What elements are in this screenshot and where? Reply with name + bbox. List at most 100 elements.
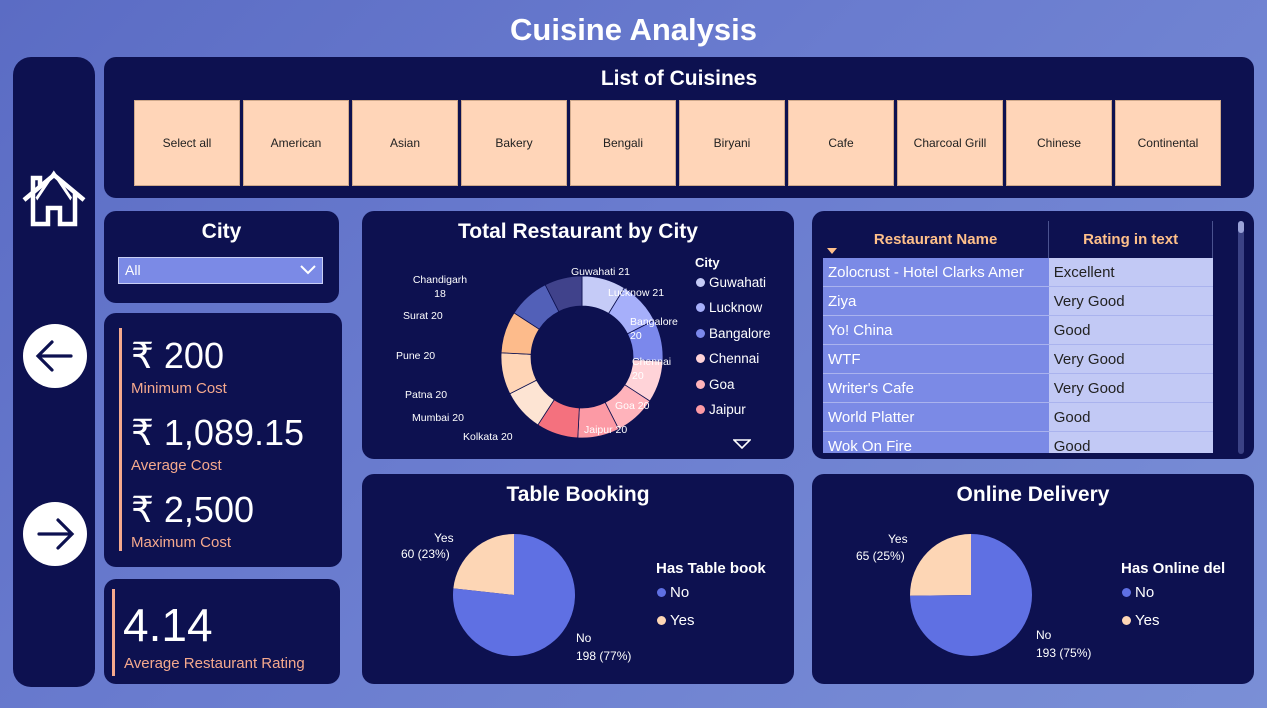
city-legend-item[interactable]: Bangalore (696, 326, 771, 341)
donut-label: Jaipur 20 (584, 424, 628, 436)
table-row[interactable]: Wok On Fire Good (823, 431, 1213, 453)
legend-label: Chennai (709, 351, 760, 367)
table-row[interactable]: Ziya Very Good (823, 286, 1213, 316)
cuisine-chip[interactable]: Chinese (1006, 100, 1112, 186)
avg-rating-value: 4.14 (123, 599, 213, 651)
forward-button[interactable] (23, 502, 87, 566)
max-cost-label: Maximum Cost (131, 534, 232, 551)
rating-text-cell: Good (1048, 431, 1213, 453)
table-row[interactable]: Zolocrust - Hotel Clarks Amer Excellent (823, 258, 1213, 287)
arrow-left-icon (35, 340, 73, 372)
pie-label-no-name: No (576, 631, 592, 645)
legend-swatch (657, 616, 666, 625)
cost-card: ₹ 200 Minimum Cost ₹ 1,089.15 Average Co… (104, 313, 342, 567)
rating-text-cell: Very Good (1048, 373, 1213, 403)
city-legend-item[interactable]: Guwahati (696, 275, 766, 290)
rating-text-cell: Good (1048, 315, 1213, 345)
donut-label: Mumbai 20 (412, 412, 464, 424)
table-booking-panel: Table Booking Yes 60 (23%) No 198 (77%) … (362, 474, 794, 684)
restaurant-name-cell: Writer's Cafe (823, 373, 1049, 403)
table-scrollbar[interactable] (1238, 221, 1244, 454)
city-legend-title: City (695, 255, 720, 270)
legend-swatch (1122, 588, 1131, 597)
min-cost-value: ₹ 200 (131, 335, 224, 376)
city-legend-item[interactable]: Chennai (696, 351, 759, 366)
restaurant-name-cell: Zolocrust - Hotel Clarks Amer (823, 258, 1049, 287)
legend-item-no[interactable]: No (657, 584, 689, 601)
donut-label: Guwahati 21 (571, 266, 630, 278)
legend-label: Jaipur (709, 402, 746, 417)
cuisine-chip[interactable]: Charcoal Grill (897, 100, 1003, 186)
cuisine-chip[interactable]: Continental (1115, 100, 1221, 186)
donut-label: Bangalore 20 (630, 316, 678, 342)
table-row[interactable]: World Platter Good (823, 402, 1213, 432)
city-filter-panel: City All (104, 211, 339, 303)
legend-swatch (696, 379, 705, 389)
cuisine-chip[interactable]: American (243, 100, 349, 186)
cuisine-chip[interactable]: Cafe (788, 100, 894, 186)
avg-cost-label: Average Cost (131, 457, 222, 474)
restaurant-name-cell: Yo! China (823, 315, 1049, 345)
table-row[interactable]: Yo! China Good (823, 315, 1213, 345)
city-dropdown[interactable]: All (118, 257, 323, 284)
avg-rating-label: Average Restaurant Rating (124, 655, 305, 672)
table-row[interactable]: Writer's Cafe Very Good (823, 373, 1213, 403)
pie-slice-yes[interactable] (453, 534, 514, 595)
donut-label: Patna 20 (405, 389, 448, 401)
col-header-label: Restaurant Name (873, 231, 998, 248)
col-header-label: Rating in text (1083, 231, 1179, 248)
pie-label-yes-name: Yes (888, 532, 908, 546)
donut-label: Pune 20 (396, 350, 436, 362)
city-legend-item[interactable]: Lucknow (696, 300, 762, 315)
legend-label: No (1135, 584, 1155, 601)
legend-scroll-down-icon[interactable] (733, 439, 751, 449)
home-icon[interactable] (20, 170, 88, 228)
cuisine-chip[interactable]: Asian (352, 100, 458, 186)
chevron-down-icon (300, 265, 316, 275)
legend-swatch (696, 405, 705, 414)
legend-swatch (1122, 616, 1131, 625)
city-legend-item[interactable]: Goa (696, 377, 735, 392)
pie-label-yes-name: Yes (434, 531, 454, 545)
restaurant-table-viewport: Restaurant Name Rating in text Zolocrust… (823, 221, 1213, 453)
pie-label-no-value: 193 (75%) (1036, 646, 1092, 660)
restaurant-table: Restaurant Name Rating in text Zolocrust… (823, 221, 1213, 453)
cuisine-chip[interactable]: Biryani (679, 100, 785, 186)
cuisine-chip[interactable]: Bengali (570, 100, 676, 186)
cuisine-chip[interactable]: Select all (134, 100, 240, 186)
col-header-restaurant-name[interactable]: Restaurant Name (823, 221, 1050, 258)
cuisine-chip[interactable]: Bakery (461, 100, 567, 186)
donut-label: Chennai 20 (632, 356, 672, 382)
legend-item-no[interactable]: No (1122, 584, 1154, 601)
table-row[interactable]: WTF Very Good (823, 344, 1213, 374)
sort-desc-icon (827, 248, 837, 254)
legend-label: No (670, 584, 690, 601)
back-button[interactable] (23, 324, 87, 388)
pie-slice-yes[interactable] (910, 534, 971, 596)
donut-label: Surat 20 (403, 310, 443, 322)
legend-label: Yes (670, 612, 695, 629)
legend-item-yes[interactable]: Yes (1122, 612, 1159, 629)
scrollbar-thumb[interactable] (1238, 221, 1244, 233)
pie-label-yes-value: 60 (23%) (401, 547, 450, 561)
legend-swatch (696, 278, 705, 287)
avg-cost-value: ₹ 1,089.15 (131, 412, 305, 453)
legend-swatch (696, 303, 705, 313)
cuisine-slicer-panel: List of Cuisines Select all American Asian… (104, 57, 1254, 198)
rating-card: 4.14 Average Restaurant Rating (104, 579, 340, 684)
rating-text-cell: Good (1048, 402, 1213, 432)
max-cost-value: ₹ 2,500 (131, 489, 254, 530)
col-header-rating-text[interactable]: Rating in text (1048, 221, 1213, 258)
city-dropdown-value: All (125, 262, 141, 278)
restaurant-name-cell: Ziya (823, 286, 1049, 316)
accent-bar (112, 589, 115, 676)
legend-swatch (696, 328, 705, 338)
legend-label: Bangalore (709, 325, 771, 341)
legend-swatch (657, 588, 666, 597)
city-legend-item[interactable]: Jaipur (696, 402, 746, 417)
legend-item-yes[interactable]: Yes (657, 612, 694, 629)
restaurant-name-cell: WTF (823, 344, 1049, 374)
legend-swatch (696, 354, 705, 364)
donut-label: Goa 20 (615, 400, 650, 412)
accent-bar (119, 328, 122, 551)
